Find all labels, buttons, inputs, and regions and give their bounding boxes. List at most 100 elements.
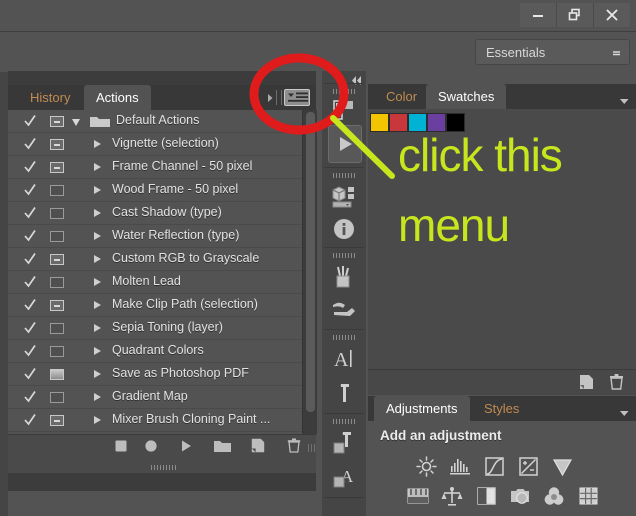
table-row[interactable]: Molten Lead	[8, 271, 302, 294]
tool-character-styles[interactable]: A	[322, 463, 366, 491]
toggle-dialog-box[interactable]	[50, 392, 64, 403]
toggle-dialog-box[interactable]	[50, 300, 64, 311]
table-row[interactable]: Wood Frame - 50 pixel	[8, 179, 302, 202]
delete-swatch-button[interactable]	[609, 374, 624, 395]
restore-button[interactable]	[556, 3, 593, 27]
tab-styles[interactable]: Styles	[472, 396, 532, 421]
levels-button[interactable]	[448, 454, 472, 478]
chevron-right-icon[interactable]	[266, 91, 274, 109]
tool-mini-bridge[interactable]	[322, 99, 366, 121]
chevron-right-icon[interactable]	[94, 163, 101, 171]
black-white-button[interactable]	[474, 484, 498, 508]
new-set-button[interactable]	[212, 439, 232, 457]
table-row[interactable]: Gradient Map	[8, 386, 302, 409]
table-row[interactable]: Make Clip Path (selection)	[8, 294, 302, 317]
chevron-right-icon[interactable]	[94, 278, 101, 286]
chevron-down-icon[interactable]	[72, 119, 80, 126]
swatch-item[interactable]	[370, 113, 389, 132]
tool-brush-presets[interactable]	[322, 263, 366, 291]
chevron-right-icon[interactable]	[94, 370, 101, 378]
toggle-item-checkbox[interactable]	[24, 390, 36, 404]
toggle-dialog-box[interactable]	[50, 369, 64, 380]
toggle-dialog-box[interactable]	[50, 277, 64, 288]
panel-resize-grip[interactable]	[8, 461, 316, 473]
toggle-item-checkbox[interactable]	[24, 137, 36, 151]
toggle-item-checkbox[interactable]	[24, 413, 36, 427]
actions-scrollbar-track[interactable]	[302, 110, 317, 434]
tab-actions[interactable]: Actions	[84, 85, 151, 110]
tool-character[interactable]: A	[322, 345, 366, 373]
table-row[interactable]: Custom RGB to Grayscale	[8, 248, 302, 271]
toggle-dialog-box[interactable]	[50, 346, 64, 357]
minimize-button[interactable]	[520, 3, 556, 27]
chevron-right-icon[interactable]	[94, 209, 101, 217]
toggle-dialog-box[interactable]	[50, 254, 64, 265]
chevron-right-icon[interactable]	[94, 232, 101, 240]
vibrance-button[interactable]	[550, 454, 574, 478]
chevron-down-icon[interactable]	[619, 92, 630, 110]
toggle-dialog-box[interactable]	[50, 185, 64, 196]
toggle-dialog-box[interactable]	[50, 139, 64, 150]
toggle-item-checkbox[interactable]	[24, 183, 36, 197]
toggle-item-checkbox[interactable]	[24, 252, 36, 266]
toggle-item-checkbox[interactable]	[24, 298, 36, 312]
toggle-dialog-box[interactable]	[50, 208, 64, 219]
table-row[interactable]: Sepia Toning (layer)	[8, 317, 302, 340]
tool-paragraph[interactable]	[322, 379, 366, 407]
play-button[interactable]	[176, 439, 196, 457]
toggle-dialog-box[interactable]	[50, 323, 64, 334]
new-swatch-button[interactable]	[579, 374, 594, 395]
table-row[interactable]: Vignette (selection)	[8, 133, 302, 156]
chevron-right-icon[interactable]	[94, 393, 101, 401]
new-action-button[interactable]	[248, 438, 268, 457]
tab-history[interactable]: History	[18, 85, 83, 110]
tab-swatches[interactable]: Swatches	[426, 84, 507, 109]
close-button[interactable]	[593, 3, 630, 27]
table-row[interactable]: Save as Photoshop PDF	[8, 363, 302, 386]
chevron-down-icon[interactable]	[619, 404, 630, 422]
toggle-item-checkbox[interactable]	[24, 229, 36, 243]
chevron-right-icon[interactable]	[94, 324, 101, 332]
hue-saturation-button[interactable]	[406, 484, 430, 508]
tab-adjustments[interactable]: Adjustments	[374, 396, 470, 421]
exposure-button[interactable]	[516, 454, 540, 478]
actions-scrollbar-thumb[interactable]	[306, 112, 315, 412]
table-row[interactable]: Cast Shadow (type)	[8, 202, 302, 225]
table-row[interactable]: Frame Channel - 50 pixel	[8, 156, 302, 179]
toggle-item-checkbox[interactable]	[24, 344, 36, 358]
chevron-right-icon[interactable]	[94, 347, 101, 355]
table-row[interactable]: Water Reflection (type)	[8, 225, 302, 248]
toggle-item-checkbox[interactable]	[24, 206, 36, 220]
toggle-dialog-box[interactable]	[50, 116, 64, 127]
curves-button[interactable]	[482, 454, 506, 478]
channel-mixer-button[interactable]	[542, 484, 566, 508]
chevron-right-icon[interactable]	[94, 186, 101, 194]
chevron-right-icon[interactable]	[94, 255, 101, 263]
toggle-item-checkbox[interactable]	[24, 114, 36, 128]
toggle-item-checkbox[interactable]	[24, 321, 36, 335]
chevron-right-icon[interactable]	[94, 301, 101, 309]
color-balance-button[interactable]	[440, 484, 464, 508]
table-row[interactable]: Default Actions	[8, 110, 302, 133]
workspace-switcher[interactable]: Essentials	[475, 39, 630, 65]
tool-info[interactable]	[322, 216, 366, 242]
toggle-item-checkbox[interactable]	[24, 275, 36, 289]
chevron-right-icon[interactable]	[94, 140, 101, 148]
actions-list[interactable]: Default Actions Vignette (selection) Frame…	[8, 110, 302, 434]
tool-paragraph-styles[interactable]	[322, 429, 366, 457]
toggle-dialog-box[interactable]	[50, 415, 64, 426]
photo-filter-button[interactable]	[508, 484, 532, 508]
record-button[interactable]	[141, 439, 161, 457]
play-large-button[interactable]	[328, 125, 362, 163]
panel-menu-icon[interactable]	[284, 89, 310, 106]
chevron-right-icon[interactable]	[94, 416, 101, 424]
tab-color[interactable]: Color	[374, 84, 430, 109]
delete-button[interactable]	[284, 438, 304, 457]
toggle-dialog-box[interactable]	[50, 162, 64, 173]
tool-3d[interactable]	[322, 183, 366, 209]
color-lookup-button[interactable]	[576, 484, 600, 508]
tool-tool-presets[interactable]	[322, 295, 366, 323]
toggle-item-checkbox[interactable]	[24, 160, 36, 174]
table-row[interactable]: Mixer Brush Cloning Paint ...	[8, 409, 302, 432]
toggle-item-checkbox[interactable]	[24, 367, 36, 381]
